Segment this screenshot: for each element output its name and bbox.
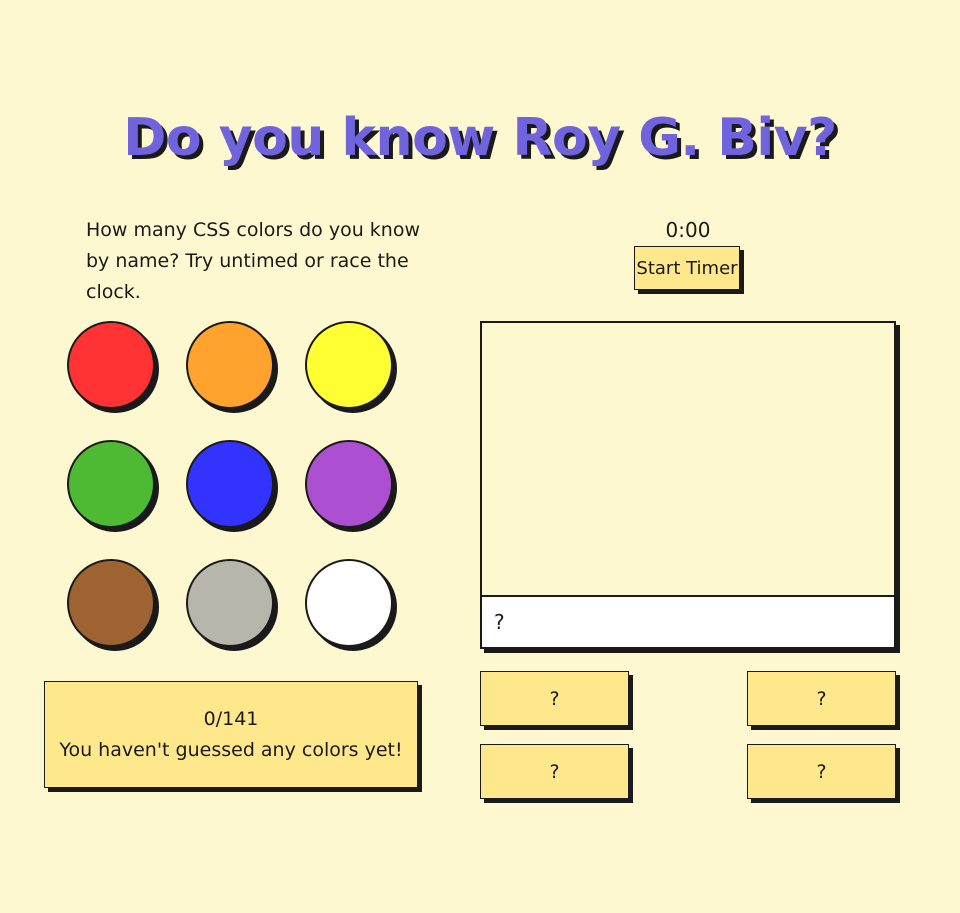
option-button-3[interactable]: ? [480,744,629,799]
score-count: 0/141 [203,708,259,730]
timer-display: 0:00 [665,218,711,242]
swatch-purple[interactable] [305,440,393,528]
swatch-gray[interactable] [186,559,274,647]
start-timer-button[interactable]: Start Timer [634,246,740,290]
swatch-yellow[interactable] [305,321,393,409]
option-button-1[interactable]: ? [480,671,629,726]
swatch-orange[interactable] [186,321,274,409]
option-button-2[interactable]: ? [747,671,896,726]
option-button-4[interactable]: ? [747,744,896,799]
page-title: Do you know Roy G. Biv? [123,108,837,168]
timer-area: 0:00 [588,216,788,244]
swatch-green[interactable] [67,440,155,528]
score-panel: 0/141 You haven't guessed any colors yet… [44,681,418,788]
color-preview-panel [480,321,896,649]
intro-text: How many CSS colors do you know by name?… [86,219,421,303]
swatch-white[interactable] [305,559,393,647]
swatch-blue[interactable] [186,440,274,528]
guess-input[interactable] [482,595,894,647]
swatch-brown[interactable] [67,559,155,647]
score-message: You haven't guessed any colors yet! [59,739,403,761]
swatch-red[interactable] [67,321,155,409]
